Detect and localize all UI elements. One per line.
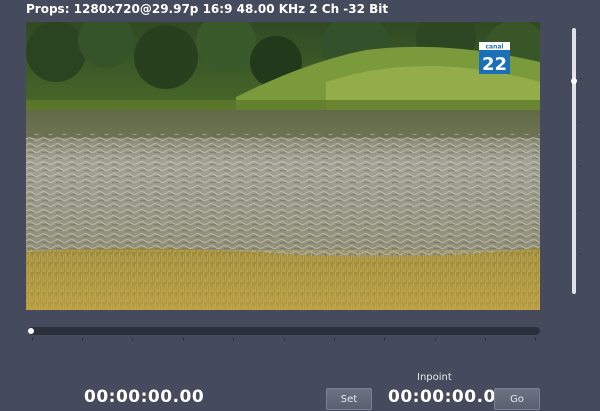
video-viewer[interactable]: canal 22 xyxy=(26,22,540,310)
seek-tick xyxy=(183,338,184,341)
volume-tick xyxy=(579,254,582,255)
volume-slider-handle[interactable] xyxy=(571,78,577,85)
seek-tick xyxy=(485,338,486,341)
volume-tick xyxy=(579,34,582,35)
volume-tick xyxy=(579,166,582,167)
go-to-inpoint-button[interactable]: Go xyxy=(494,388,540,410)
seek-tick xyxy=(384,338,385,341)
inpoint-label: Inpoint xyxy=(417,372,452,383)
seek-tick xyxy=(334,338,335,341)
volume-tick xyxy=(579,210,582,211)
seek-tick xyxy=(132,338,133,341)
video-frame xyxy=(26,22,540,310)
seek-tick xyxy=(82,338,83,341)
inpoint-time-display: 00:00:00.00 xyxy=(388,387,509,407)
channel-logo-number: 22 xyxy=(482,54,507,74)
seek-tick xyxy=(284,338,285,341)
media-properties-text: Props: 1280x720@29.97p 16:9 48.00 KHz 2 … xyxy=(26,2,389,16)
seek-tick xyxy=(233,338,234,341)
volume-tick xyxy=(579,78,582,79)
set-inpoint-button[interactable]: Set xyxy=(326,388,372,410)
seek-tick xyxy=(435,338,436,341)
volume-tick xyxy=(579,122,582,123)
volume-slider-track[interactable] xyxy=(572,28,576,294)
current-time-display: 00:00:00.00 xyxy=(84,387,205,407)
channel-logo-label: canal xyxy=(486,44,504,51)
channel-logo: canal 22 xyxy=(479,42,510,74)
seek-tick xyxy=(535,338,536,341)
seek-bar-handle[interactable] xyxy=(28,328,34,334)
seek-bar-track[interactable] xyxy=(28,327,540,335)
seek-tick xyxy=(32,338,33,341)
